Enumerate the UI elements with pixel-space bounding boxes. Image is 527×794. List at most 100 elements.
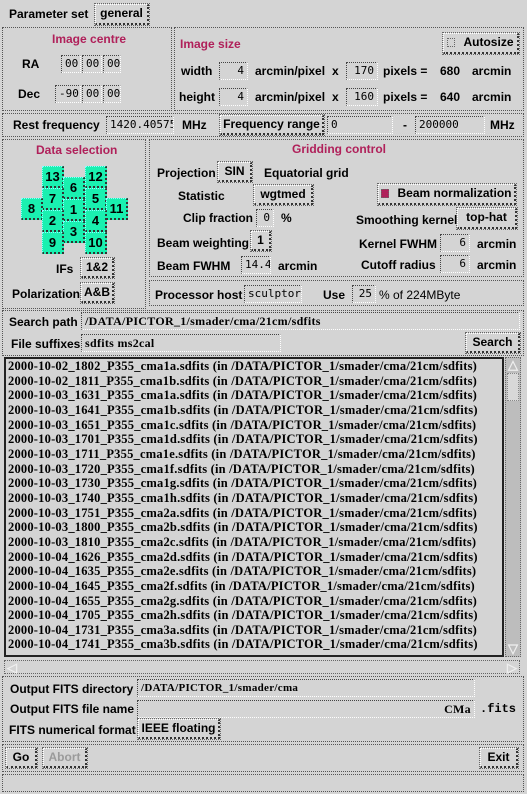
- width-pixels-input[interactable]: 170: [346, 62, 378, 80]
- cutoff-radius-input[interactable]: 6: [440, 255, 470, 273]
- memory-use-input[interactable]: 25: [352, 285, 376, 303]
- beam-5-toggle[interactable]: 5: [85, 188, 107, 210]
- ra-seconds-input[interactable]: 00: [103, 55, 121, 73]
- file-list-item[interactable]: 2000-10-03_1810_P355_cma2c.sdfits (in /D…: [6, 535, 502, 550]
- file-list-item[interactable]: 2000-10-02_1811_P355_cma1b.sdfits (in /D…: [6, 374, 502, 389]
- vertical-scrollbar[interactable]: △ ▽: [505, 357, 521, 657]
- file-list-item[interactable]: 2000-10-03_1711_P355_cma1e.sdfits (in /D…: [6, 447, 502, 462]
- dec-seconds-input[interactable]: 00: [103, 85, 121, 103]
- width-label: width: [181, 64, 213, 78]
- file-list-item[interactable]: 2000-10-04_1635_P355_cma2e.sdfits (in /D…: [6, 564, 502, 579]
- memory-use-label: Use: [323, 288, 346, 302]
- beam-8-toggle[interactable]: 8: [21, 198, 43, 220]
- beam-weighting-label: Beam weighting: [157, 236, 250, 250]
- frequency-range-dash: -: [403, 118, 407, 132]
- beam-4-toggle[interactable]: 4: [85, 210, 107, 232]
- file-list-item[interactable]: 2000-10-03_1720_P355_cma1f.sdfits (in /D…: [6, 462, 502, 477]
- rest-frequency-input[interactable]: 1420.40575: [106, 116, 174, 134]
- ifs-menu[interactable]: 1&2: [80, 257, 115, 279]
- gridding-control-title: Gridding control: [292, 142, 386, 156]
- file-list-item[interactable]: 2000-10-04_1655_P355_cma2g.sdfits (in /D…: [6, 594, 502, 609]
- exit-button[interactable]: Exit: [479, 747, 519, 769]
- beam-7-toggle[interactable]: 7: [42, 188, 64, 210]
- beam-weighting-menu[interactable]: 1: [250, 230, 272, 252]
- beam-fwhm-label: Beam FWHM: [157, 259, 231, 273]
- file-suffixes-input[interactable]: sdfits ms2cal: [81, 334, 281, 352]
- width-total-unit: arcmin: [472, 64, 512, 78]
- beam-normalization-label: Beam normalization: [397, 186, 512, 200]
- beam-3-toggle[interactable]: 3: [63, 221, 85, 243]
- beam-10-toggle[interactable]: 10: [85, 232, 107, 254]
- beam-9-toggle[interactable]: 9: [42, 232, 64, 254]
- scroll-left-arrow-icon[interactable]: ◁: [5, 661, 19, 675]
- smoothing-kernel-menu[interactable]: top-hat: [456, 207, 518, 230]
- file-list-item[interactable]: 2000-10-04_1705_P355_cma2h.sdfits (in /D…: [6, 608, 502, 623]
- parameter-set-label: Parameter set: [9, 7, 89, 21]
- beam-2-toggle[interactable]: 2: [42, 210, 64, 232]
- smoothing-kernel-label: Smoothing kernel: [356, 213, 458, 227]
- file-list-item[interactable]: 2000-10-04_1645_P355_cma2f.sdfits (in /D…: [6, 579, 502, 594]
- search-path-input[interactable]: /DATA/PICTOR_1/smader/cma/21cm/sdfits: [81, 312, 520, 330]
- dec-degrees-input[interactable]: -90: [55, 85, 81, 103]
- processor-host-input[interactable]: sculptor: [244, 285, 302, 303]
- file-list-item[interactable]: 2000-10-03_1651_P355_cma1c.sdfits (in /D…: [6, 418, 502, 433]
- file-list-item[interactable]: 2000-10-04_1626_P355_cma2d.sdfits (in /D…: [6, 550, 502, 565]
- file-list-item[interactable]: 2000-10-03_1701_P355_cma1d.sdfits (in /D…: [6, 432, 502, 447]
- height-resolution-input[interactable]: 4: [219, 88, 248, 106]
- clip-fraction-input[interactable]: 0: [256, 209, 274, 227]
- projection-menu[interactable]: SIN: [217, 161, 253, 183]
- statistic-menu[interactable]: wgtmed: [253, 184, 314, 206]
- scroll-down-arrow-icon[interactable]: ▽: [506, 642, 520, 656]
- cutoff-radius-label: Cutoff radius: [361, 258, 436, 272]
- file-list-item[interactable]: 2000-10-03_1631_P355_cma1a.sdfits (in /D…: [6, 388, 502, 403]
- output-name-label: Output FITS file name: [10, 702, 135, 716]
- height-pixels-label: pixels =: [383, 90, 428, 104]
- status-bar: [2, 774, 524, 792]
- scroll-right-arrow-icon[interactable]: ▷: [505, 661, 519, 675]
- file-list-item[interactable]: 2000-10-04_1731_P355_cma3a.sdfits (in /D…: [6, 623, 502, 638]
- file-list-item[interactable]: 2000-10-04_1741_P355_cma3b.sdfits (in /D…: [6, 637, 502, 652]
- polarization-menu[interactable]: A&B: [80, 282, 115, 304]
- width-resolution-input[interactable]: 4: [219, 62, 248, 80]
- fits-format-menu[interactable]: IEEE floating: [137, 718, 221, 740]
- parameter-set-menu[interactable]: general: [94, 3, 150, 26]
- horizontal-scrollbar[interactable]: ◁ ▷: [4, 660, 520, 675]
- dec-minutes-input[interactable]: 00: [82, 85, 102, 103]
- beam-6-toggle[interactable]: 6: [63, 177, 85, 199]
- ra-hours-input[interactable]: 00: [61, 55, 81, 73]
- scroll-up-arrow-icon[interactable]: △: [506, 358, 520, 372]
- memory-use-suffix: % of 224MByte: [379, 288, 461, 302]
- beam-11-toggle[interactable]: 11: [106, 198, 128, 220]
- beam-fwhm-unit: arcmin: [278, 259, 318, 273]
- output-dir-label: Output FITS directory: [10, 682, 134, 696]
- file-list-item[interactable]: 2000-10-03_1730_P355_cma1g.sdfits (in /D…: [6, 476, 502, 491]
- search-button[interactable]: Search: [465, 332, 521, 354]
- kernel-fwhm-input[interactable]: 6: [440, 234, 470, 252]
- height-resolution-unit: arcmin/pixel: [255, 90, 326, 104]
- abort-button[interactable]: Abort: [42, 747, 88, 769]
- clip-fraction-unit: %: [281, 211, 292, 225]
- beam-13-toggle[interactable]: 13: [42, 166, 64, 188]
- beam-normalization-toggle[interactable]: Beam normalization: [377, 183, 517, 206]
- frequency-max-input[interactable]: 200000: [415, 116, 485, 134]
- beam-fwhm-input[interactable]: 14.4: [241, 256, 271, 274]
- file-list[interactable]: 2000-10-02_1802_P355_cma1a.sdfits (in /D…: [4, 357, 504, 657]
- ra-minutes-input[interactable]: 00: [82, 55, 102, 73]
- file-list-item[interactable]: 2000-10-03_1740_P355_cma1h.sdfits (in /D…: [6, 491, 502, 506]
- file-list-item[interactable]: 2000-10-03_1641_P355_cma1b.sdfits (in /D…: [6, 403, 502, 418]
- frequency-range-button[interactable]: Frequency range: [219, 114, 325, 136]
- autosize-toggle[interactable]: Autosize: [442, 32, 520, 55]
- projection-label: Projection: [157, 166, 216, 180]
- beam-1-toggle[interactable]: 1: [63, 199, 85, 221]
- height-pixels-input[interactable]: 160: [346, 88, 378, 106]
- output-name-input[interactable]: CMa: [137, 700, 475, 718]
- file-list-item[interactable]: 2000-10-02_1802_P355_cma1a.sdfits (in /D…: [6, 359, 502, 374]
- file-list-item[interactable]: 2000-10-03_1751_P355_cma2a.sdfits (in /D…: [6, 506, 502, 521]
- file-list-item[interactable]: 2000-10-03_1800_P355_cma2b.sdfits (in /D…: [6, 520, 502, 535]
- output-dir-input[interactable]: /DATA/PICTOR_1/smader/cma: [137, 679, 475, 697]
- frequency-min-input[interactable]: 0: [327, 116, 393, 134]
- vertical-scroll-thumb[interactable]: [507, 373, 519, 401]
- data-selection-title: Data selection: [36, 143, 118, 157]
- beam-12-toggle[interactable]: 12: [85, 166, 107, 188]
- go-button[interactable]: Go: [5, 747, 38, 769]
